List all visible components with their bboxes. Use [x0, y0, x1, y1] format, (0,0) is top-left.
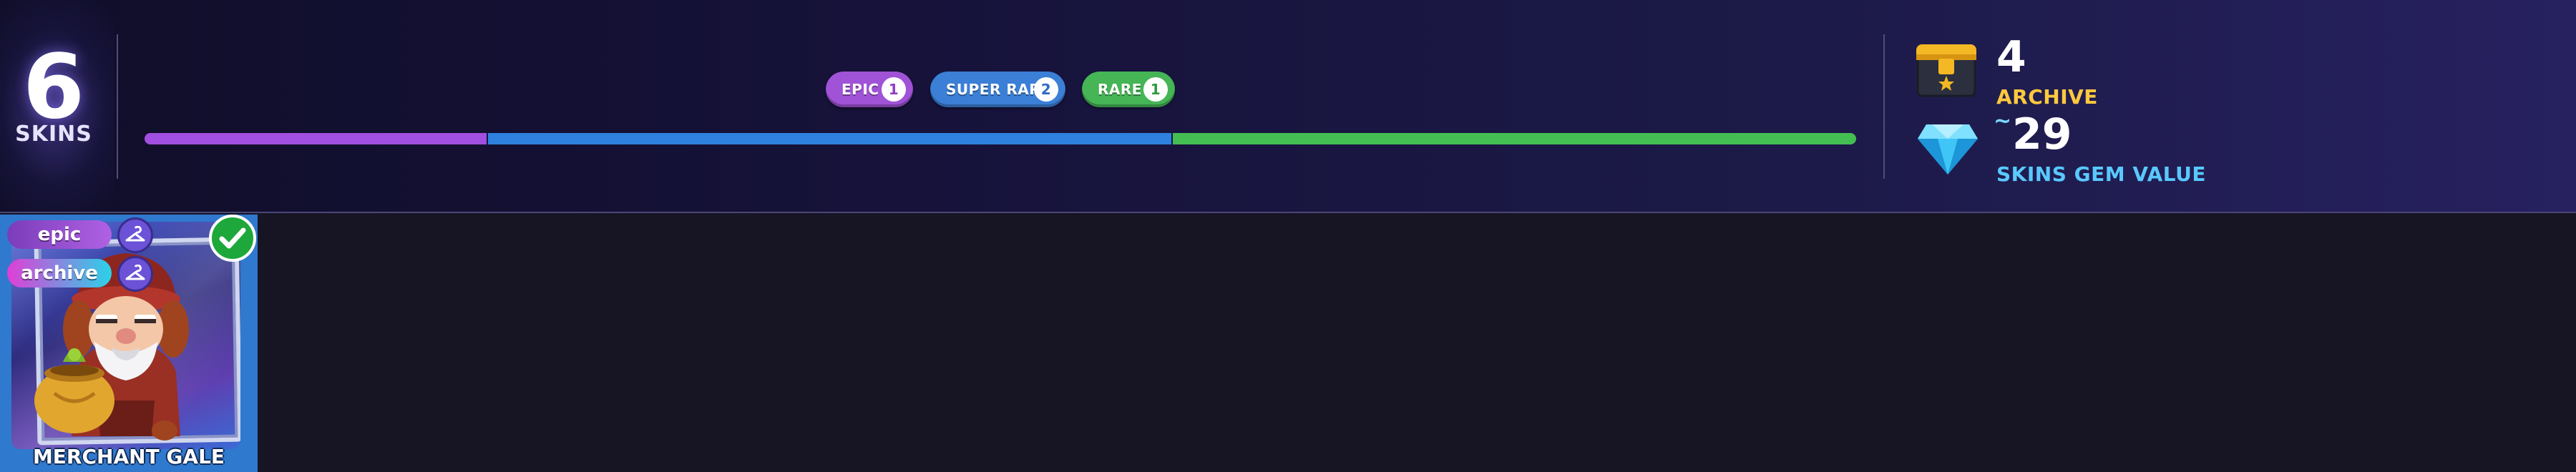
rarity-pill-label: EPIC: [841, 81, 879, 98]
archive-count: 4: [1996, 32, 2026, 82]
divider: [117, 34, 118, 179]
bar-segment-epic: [145, 133, 487, 144]
skin-tag-epic: epic: [7, 220, 112, 249]
rarity-pill-count: 2: [1034, 77, 1058, 102]
rarity-pill-rare[interactable]: RARE 1: [1082, 72, 1175, 107]
rarity-pill-count: 1: [1143, 77, 1168, 102]
hanger-icon[interactable]: [117, 217, 153, 253]
archive-label: ARCHIVE: [1996, 85, 2098, 109]
skin-card-art: [11, 222, 240, 449]
gem-value-label: SKINS GEM VALUE: [1996, 162, 2206, 186]
skin-name: MERCHANT GALE: [32, 445, 225, 468]
skin-tag-archive: archive: [7, 259, 112, 287]
chest-icon: [1916, 44, 1976, 97]
skins-count-block: 6 SKINS: [0, 0, 114, 212]
approx-sign: ~: [1994, 109, 2012, 134]
bar-segment-rare: [1171, 133, 1856, 144]
rarity-pill-super-rare[interactable]: SUPER RARE 2: [930, 72, 1065, 107]
rarity-pill-count: 1: [882, 77, 906, 102]
rarity-distribution-bar: [145, 133, 1856, 144]
selected-check-icon[interactable]: [209, 215, 256, 262]
hanger-icon[interactable]: [117, 256, 153, 292]
skin-card[interactable]: epic archive MERCHANT GALE: [0, 215, 258, 472]
bar-segment-super-rare: [487, 133, 1172, 144]
collection-summary-header: 6 SKINS EPIC 1 SUPER RARE 2 RARE 1 4 ARC…: [0, 0, 2576, 213]
character-portrait: [34, 253, 189, 441]
rarity-pill-label: RARE: [1098, 81, 1142, 98]
rarity-pill-epic[interactable]: EPIC 1: [826, 72, 913, 107]
gem-icon: [1918, 124, 1978, 174]
divider: [1883, 34, 1885, 179]
gem-value: 29: [2012, 109, 2072, 159]
skins-count-label: SKINS: [15, 122, 92, 147]
skins-count: 6: [22, 36, 85, 139]
